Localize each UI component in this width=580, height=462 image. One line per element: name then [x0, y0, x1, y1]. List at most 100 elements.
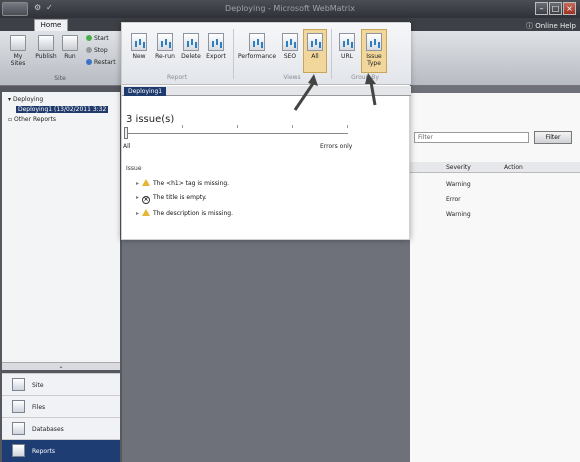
- workspace-label: Files: [32, 404, 46, 411]
- filter-button[interactable]: Filter: [534, 131, 572, 144]
- run-label: Run: [64, 53, 76, 60]
- collapse-bar[interactable]: ⌄: [2, 362, 120, 370]
- workspace-label: Databases: [32, 426, 64, 433]
- error-icon: ×: [142, 196, 150, 204]
- export-label: Export: [206, 53, 226, 60]
- site-group-label: Site: [54, 75, 66, 82]
- my-sites-label: My Sites: [10, 53, 26, 67]
- issue-text: The description is missing.: [153, 210, 233, 217]
- workspace-databases[interactable]: Databases: [2, 417, 120, 439]
- all-view-icon: [307, 33, 323, 51]
- document-tab[interactable]: Deploying1: [124, 87, 167, 96]
- application-menu-button[interactable]: [2, 2, 28, 16]
- maximize-button[interactable]: □: [549, 2, 562, 15]
- export-icon: [208, 33, 224, 51]
- online-help-link[interactable]: ⓘ Online Help: [526, 21, 576, 31]
- start-button[interactable]: Start: [86, 35, 109, 42]
- run-button[interactable]: Run: [60, 35, 80, 60]
- publish-label: Publish: [35, 53, 57, 60]
- workspace-files[interactable]: Files: [2, 395, 120, 417]
- arrow-icon: [369, 81, 377, 106]
- title-bar: ⚙ ✓ Deploying - Microsoft WebMatrix – □ …: [0, 0, 580, 18]
- minimize-button[interactable]: –: [535, 2, 548, 15]
- severity-slider-thumb[interactable]: [124, 127, 128, 139]
- workspace-site[interactable]: Site: [2, 373, 120, 395]
- arrow-head-icon: [308, 74, 318, 86]
- arrow-icon: [293, 81, 316, 111]
- performance-label: Performance: [237, 53, 277, 60]
- tree-item-deploying1[interactable]: Deploying1 (13/02/2011 3:32: [16, 106, 109, 113]
- warning-icon: [142, 179, 150, 186]
- files-icon: [12, 400, 25, 413]
- tree-item-deploying[interactable]: ▾ Deploying: [8, 96, 43, 103]
- issue-type-icon: [366, 33, 382, 51]
- quick-access-icon[interactable]: ✓: [46, 3, 53, 12]
- severity-cell: Warning: [446, 181, 471, 188]
- action-column-header[interactable]: Action: [504, 164, 523, 171]
- publish-icon: [38, 35, 54, 51]
- performance-view-button[interactable]: Performance: [237, 33, 277, 60]
- delete-label: Delete: [181, 53, 201, 60]
- delete-button[interactable]: Delete: [179, 33, 203, 60]
- new-report-button[interactable]: New: [128, 33, 150, 60]
- issue-text: The <h1> tag is missing.: [153, 180, 230, 187]
- workspace-label: Site: [32, 382, 44, 389]
- slider-tick: [182, 125, 183, 128]
- restart-icon: [86, 59, 92, 65]
- filter-input[interactable]: Filter: [414, 132, 529, 143]
- issue-row[interactable]: ▸ × The title is empty.: [136, 194, 207, 204]
- start-icon: [86, 35, 92, 41]
- callout-overlay: New Re-run Delete Export Report Performa…: [121, 22, 411, 240]
- arrow-head-icon: [365, 73, 376, 84]
- seo-view-button[interactable]: SEO: [279, 33, 301, 60]
- rerun-button[interactable]: Re-run: [152, 33, 178, 60]
- close-button[interactable]: ×: [563, 2, 576, 15]
- tree-item-label: Deploying1 (13/02/2011 3:32: [18, 106, 107, 113]
- settings-icon[interactable]: ⚙: [34, 3, 41, 12]
- my-sites-button[interactable]: My Sites: [6, 35, 30, 67]
- tree-item-other-reports[interactable]: ▫ Other Reports: [8, 116, 56, 123]
- group-separator: [233, 29, 234, 79]
- rerun-label: Re-run: [155, 53, 175, 60]
- window-title: Deploying - Microsoft WebMatrix: [225, 4, 355, 13]
- severity-column-header[interactable]: Severity: [446, 164, 471, 171]
- all-view-label: All: [311, 53, 319, 60]
- grid-header: Severity Action: [410, 162, 580, 173]
- report-group-label: Report: [167, 74, 187, 81]
- folder-icon: ▫: [8, 116, 13, 123]
- new-report-label: New: [132, 53, 146, 60]
- severity-cell: Error: [446, 196, 461, 203]
- issue-type-label: Issue Type: [366, 53, 382, 67]
- url-icon: [339, 33, 355, 51]
- group-by-url-button[interactable]: URL: [336, 33, 358, 60]
- publish-button[interactable]: Publish: [34, 35, 58, 60]
- workspace-reports[interactable]: Reports: [2, 439, 120, 462]
- severity-slider-track[interactable]: [128, 133, 348, 134]
- tree-item-label: Deploying: [12, 96, 44, 103]
- slider-label-all: All: [123, 143, 131, 150]
- issue-column-header[interactable]: Issue: [126, 165, 142, 172]
- help-icon: ⓘ: [526, 22, 533, 30]
- issue-row[interactable]: ▸ The <h1> tag is missing.: [136, 179, 229, 187]
- run-icon: [62, 35, 78, 51]
- pointer-arrows: [293, 73, 377, 111]
- workspace-label: Reports: [32, 448, 56, 455]
- slider-tick: [292, 125, 293, 128]
- delete-icon: [183, 33, 199, 51]
- rerun-icon: [157, 33, 173, 51]
- stop-button[interactable]: Stop: [86, 47, 108, 54]
- databases-icon: [12, 422, 25, 435]
- url-label: URL: [341, 53, 353, 60]
- export-button[interactable]: Export: [204, 33, 228, 60]
- group-by-issue-type-button[interactable]: Issue Type: [361, 29, 387, 73]
- all-view-button[interactable]: All: [303, 29, 327, 73]
- issue-text: The title is empty.: [153, 194, 207, 201]
- restart-button[interactable]: Restart: [86, 59, 116, 66]
- report-panel: [410, 93, 580, 462]
- slider-label-errors-only: Errors only: [320, 143, 353, 150]
- online-help-label: Online Help: [535, 22, 576, 30]
- issue-count: 3 issue(s): [126, 114, 175, 125]
- tree-item-label: Other Reports: [14, 116, 56, 123]
- issue-row[interactable]: ▸ The description is missing.: [136, 209, 233, 217]
- report-tree: ▾ Deploying Deploying1 (13/02/2011 3:32 …: [2, 92, 120, 362]
